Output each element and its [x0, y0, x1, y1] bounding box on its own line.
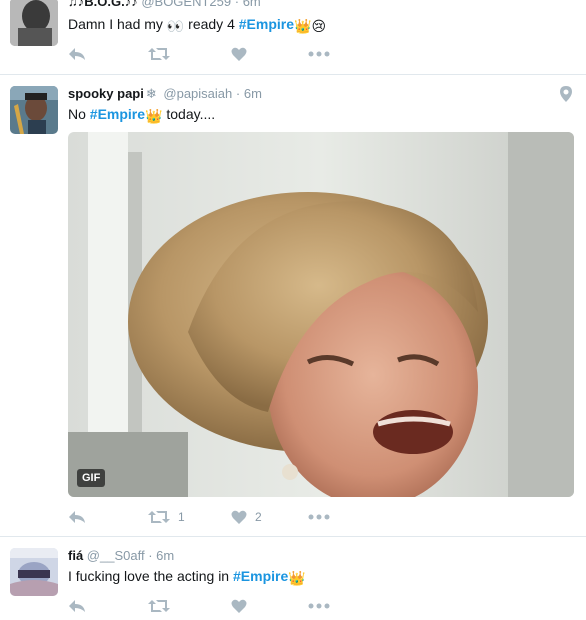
tweet-actions: 1 2 — [68, 507, 348, 527]
display-name[interactable]: spooky papi — [68, 86, 144, 101]
crying-emoji-icon: 😢 — [311, 18, 327, 34]
hashtag-link[interactable]: #Empire — [239, 16, 294, 32]
tweet-actions — [68, 44, 348, 64]
tweet-1[interactable]: ♫♪B.O.G.♪♪ @BOGENT259 · 6m Damn I had my… — [0, 0, 586, 75]
gif-frame-image — [68, 132, 574, 497]
timestamp[interactable]: 6m — [243, 0, 261, 9]
crown-emoji-icon: 👑 — [294, 18, 312, 34]
heart-icon — [231, 599, 247, 613]
user-handle[interactable]: @__S0aff — [87, 548, 145, 563]
like-count: 2 — [255, 510, 262, 524]
tweet-header: fiá @__S0aff · 6m — [68, 548, 174, 563]
more-button[interactable] — [308, 507, 330, 527]
more-icon — [308, 51, 330, 57]
like-button[interactable] — [231, 44, 247, 64]
like-button[interactable] — [231, 596, 247, 616]
tweet-3[interactable]: fiá @__S0aff · 6m I fucking love the act… — [0, 536, 586, 620]
retweet-icon — [148, 600, 170, 612]
tweet-2[interactable]: spooky papi ❄ @papisaiah · 6m No #Empire👑… — [0, 74, 586, 537]
tweet-header: spooky papi ❄ @papisaiah · 6m — [68, 86, 262, 102]
avatar[interactable] — [10, 0, 58, 46]
timestamp[interactable]: 6m — [156, 548, 174, 563]
display-name[interactable]: ♫♪B.O.G.♪♪ — [68, 0, 138, 9]
user-handle[interactable]: @BOGENT259 — [141, 0, 231, 9]
tweet-text: No #Empire👑 today.... — [68, 106, 215, 125]
more-icon — [308, 603, 330, 609]
retweet-count: 1 — [178, 510, 185, 524]
snowflake-icon: ❄ — [145, 86, 157, 101]
reply-icon — [69, 511, 85, 523]
display-name[interactable]: fiá — [68, 548, 83, 563]
tweet-text: Damn I had my 👀 ready 4 #Empire👑😢 — [68, 16, 326, 35]
retweet-button[interactable] — [148, 44, 170, 64]
crown-emoji-icon: 👑 — [145, 108, 163, 124]
reply-icon — [69, 600, 85, 612]
avatar[interactable] — [10, 86, 58, 134]
timestamp[interactable]: 6m — [244, 86, 262, 101]
heart-icon — [231, 510, 247, 524]
more-icon — [308, 514, 330, 520]
retweet-icon — [148, 48, 170, 60]
separator-dot: · — [235, 86, 241, 101]
location-pin-icon[interactable] — [560, 86, 572, 107]
text-segment: No — [68, 106, 90, 122]
text-segment: I fucking love the acting in — [68, 568, 233, 584]
retweet-button[interactable] — [148, 596, 170, 616]
crown-emoji-icon: 👑 — [288, 570, 306, 586]
tweet-header: ♫♪B.O.G.♪♪ @BOGENT259 · 6m — [68, 0, 261, 9]
reply-button[interactable] — [68, 44, 86, 64]
more-button[interactable] — [308, 596, 330, 616]
like-button[interactable]: 2 — [231, 507, 262, 527]
avatar[interactable] — [10, 548, 58, 596]
user-handle[interactable]: @papisaiah — [163, 86, 232, 101]
reply-button[interactable] — [68, 596, 86, 616]
reply-button[interactable] — [68, 507, 86, 527]
retweet-button[interactable]: 1 — [148, 507, 185, 527]
retweet-icon — [148, 511, 170, 523]
gif-badge: GIF — [77, 469, 106, 487]
gif-media[interactable]: GIF — [68, 132, 574, 497]
reply-icon — [69, 48, 85, 60]
hashtag-link[interactable]: #Empire — [90, 106, 145, 122]
hashtag-link[interactable]: #Empire — [233, 568, 288, 584]
tweet-text: I fucking love the acting in #Empire👑 — [68, 568, 306, 587]
text-segment: ready 4 — [184, 16, 239, 32]
eyes-emoji-icon: 👀 — [166, 18, 185, 34]
tweet-actions — [68, 596, 348, 616]
separator-dot: · — [148, 548, 153, 563]
more-button[interactable] — [308, 44, 330, 64]
separator-dot: · — [234, 0, 240, 9]
text-segment: Damn I had my — [68, 16, 167, 32]
heart-icon — [231, 47, 247, 61]
text-segment: today.... — [162, 106, 216, 122]
